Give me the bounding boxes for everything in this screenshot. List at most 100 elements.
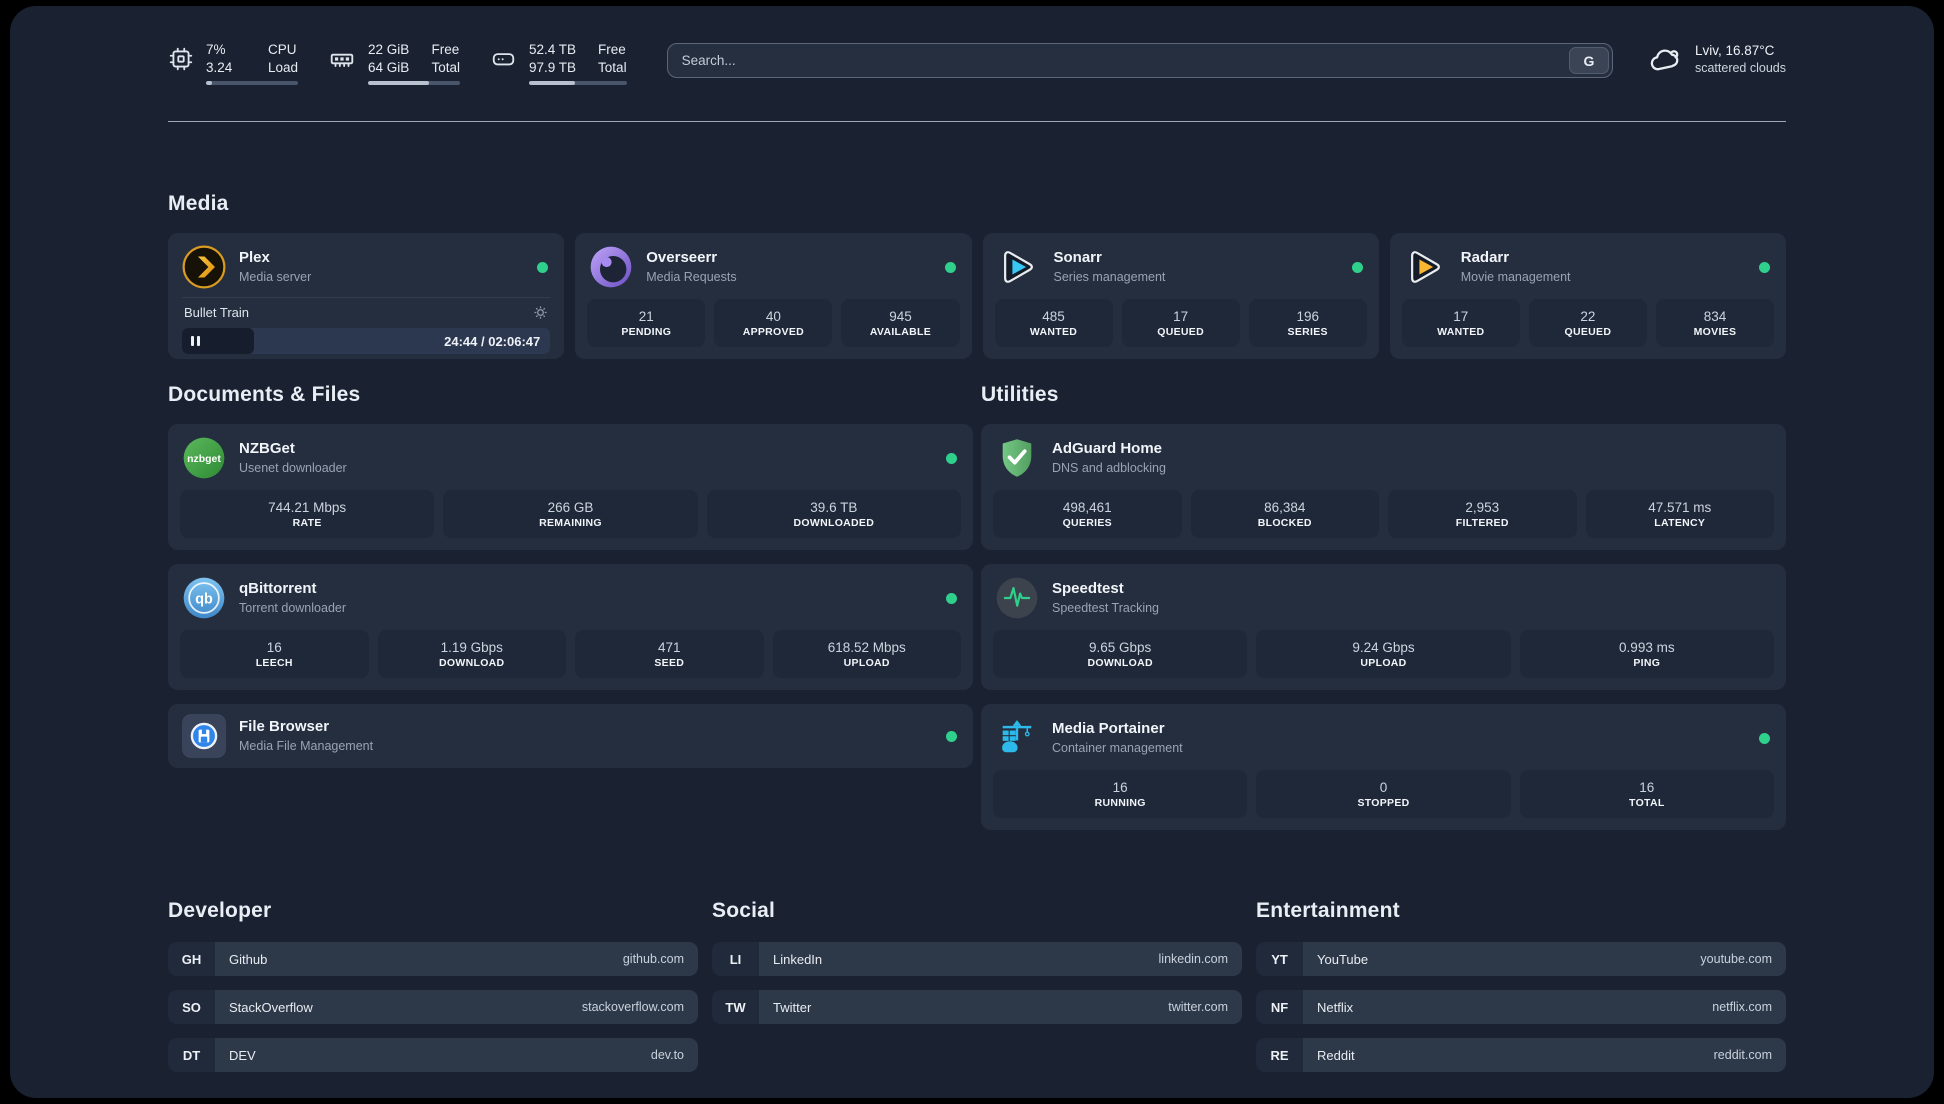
storage-total-value: 97.9 TB: [529, 59, 577, 75]
session-settings-icon[interactable]: [533, 305, 548, 320]
bookmark-netflix[interactable]: NF Netflix netflix.com: [1256, 990, 1786, 1024]
app-name: Speedtest: [1052, 580, 1124, 598]
bookmark-github[interactable]: GH Github github.com: [168, 942, 698, 976]
weather-widget: Lviv, 16.87°C scattered clouds: [1647, 42, 1786, 77]
bookmark-column-entertainment: Entertainment YT YouTube youtube.com NF …: [1256, 899, 1786, 1086]
cpu-load-label: Load: [267, 59, 298, 75]
media-grid: Plex Media server Bullet Train 24:44 / 0…: [168, 233, 1786, 359]
cpu-usage-value: 7%: [206, 42, 226, 57]
radarr-icon: [1404, 245, 1448, 289]
stat-tile: 0.993 ms PING: [1519, 630, 1774, 678]
bookmark-url: reddit.com: [1713, 1048, 1772, 1062]
app-name: Plex: [239, 249, 270, 267]
weather-condition: scattered clouds: [1694, 61, 1786, 76]
app-card-plex[interactable]: Plex Media server Bullet Train 24:44 / 0…: [168, 233, 565, 359]
metric-cpu: 7% 3.24 CPU Load: [168, 41, 298, 86]
bookmark-name: Github: [229, 951, 268, 967]
search-bar: G: [666, 43, 1613, 78]
memory-total-value: 64 GiB: [368, 59, 410, 75]
bookmark-stackoverflow[interactable]: SO StackOverflow stackoverflow.com: [168, 990, 698, 1024]
stat-tile: 485 WANTED: [994, 299, 1113, 347]
stat-tile: 86,384 BLOCKED: [1190, 490, 1379, 538]
memory-icon: [330, 53, 354, 67]
app-card-qbittorrent[interactable]: qb qBittorrent Torrent downloader 16 LEE…: [168, 564, 973, 690]
app-card-adguard[interactable]: AdGuard Home DNS and adblocking 498,461 …: [981, 424, 1786, 550]
nzbget-icon: nzbget: [182, 436, 226, 480]
app-card-radarr[interactable]: Radarr Movie management 17 WANTED 22 QUE…: [1389, 233, 1786, 359]
playback-progress-bar[interactable]: 24:44 / 02:06:47: [182, 328, 551, 354]
metric-memory: 22 GiB 64 GiB Free Total: [328, 41, 460, 86]
app-name: Overseerr: [646, 249, 718, 267]
status-dot: [537, 261, 549, 273]
app-name: NZBGet: [239, 440, 295, 458]
app-description: Torrent downloader: [239, 600, 347, 615]
app-name: Radarr: [1460, 249, 1510, 267]
bookmark-abbr: RE: [1256, 1038, 1303, 1072]
memory-total-label: Total: [431, 59, 460, 75]
plex-icon: [182, 245, 226, 289]
speedtest-icon: [995, 576, 1039, 620]
bookmark-dev[interactable]: DT DEV dev.to: [168, 1038, 698, 1072]
status-dot: [946, 592, 957, 604]
stat-tile: 744.21 Mbps RATE: [180, 490, 435, 538]
app-description: Media File Management: [239, 738, 374, 753]
now-playing-title: Bullet Train: [184, 305, 250, 320]
stat-tile: 2,953 FILTERED: [1388, 490, 1577, 538]
bookmark-abbr: DT: [168, 1038, 215, 1072]
memory-free-label: Free: [431, 42, 460, 57]
section-title-social: Social: [712, 899, 776, 922]
stat-tile: 16 LEECH: [180, 630, 369, 678]
app-description: Speedtest Tracking: [1052, 600, 1160, 615]
sonarr-icon: [997, 245, 1041, 289]
section-title-developer: Developer: [168, 899, 272, 922]
app-description: Series management: [1053, 269, 1166, 284]
app-card-sonarr[interactable]: Sonarr Series management 485 WANTED 17 Q…: [982, 233, 1379, 359]
portainer-icon: [995, 716, 1039, 760]
metric-storage: 52.4 TB 97.9 TB Free Total: [490, 41, 627, 86]
bookmark-name: LinkedIn: [773, 951, 823, 967]
app-description: DNS and adblocking: [1052, 460, 1166, 475]
storage-progress-bar: [529, 81, 627, 86]
bookmarks: Developer GH Github github.com SO StackO…: [168, 899, 1786, 1086]
app-name: qBittorrent: [239, 580, 317, 598]
bookmark-twitter[interactable]: TW Twitter twitter.com: [712, 990, 1242, 1024]
adguard-icon: [995, 436, 1039, 480]
section-title-utilities: Utilities: [981, 383, 1059, 406]
search-input[interactable]: [667, 53, 1569, 68]
stat-tile: 196 SERIES: [1248, 299, 1367, 347]
cpu-usage-label: CPU: [267, 42, 297, 57]
bookmark-linkedin[interactable]: LI LinkedIn linkedin.com: [712, 942, 1242, 976]
app-card-overseerr[interactable]: Overseerr Media Requests 21 PENDING 40 A…: [575, 233, 972, 359]
weather-location-temp: Lviv, 16.87°C: [1694, 43, 1775, 58]
app-description: Media Requests: [646, 269, 737, 284]
pause-icon[interactable]: [191, 336, 200, 346]
stat-tile: 0 STOPPED: [1256, 770, 1511, 818]
app-card-speedtest[interactable]: Speedtest Speedtest Tracking 9.65 Gbps D…: [981, 564, 1786, 690]
app-card-portainer[interactable]: Media Portainer Container management 16 …: [981, 704, 1786, 830]
stat-tile: 1.19 Gbps DOWNLOAD: [377, 630, 566, 678]
stat-tile: 266 GB REMAINING: [443, 490, 698, 538]
status-dot: [1759, 261, 1770, 273]
storage-free-value: 52.4 TB: [529, 42, 577, 57]
bookmark-url: youtube.com: [1700, 952, 1772, 966]
bookmark-url: twitter.com: [1168, 1000, 1228, 1014]
stat-tile: 834 MOVIES: [1655, 299, 1774, 347]
memory-free-value: 22 GiB: [368, 42, 410, 57]
stat-tile: 498,461 QUERIES: [993, 490, 1182, 538]
stat-tile: 16 TOTAL: [1519, 770, 1774, 818]
app-card-nzbget[interactable]: nzbget NZBGet Usenet downloader 744.21 M…: [168, 424, 973, 550]
cpu-progress-bar: [206, 81, 298, 86]
app-card-filebrowser[interactable]: File Browser Media File Management: [168, 704, 973, 768]
app-description: Container management: [1052, 740, 1183, 755]
search-provider-button[interactable]: G: [1568, 47, 1609, 74]
system-metrics: 7% 3.24 CPU Load 22 GiB 64 GiB Free Tota…: [168, 41, 627, 86]
bookmark-reddit[interactable]: RE Reddit reddit.com: [1256, 1038, 1786, 1072]
stat-tile: 47.571 ms LATENCY: [1585, 490, 1774, 538]
section-title-entertainment: Entertainment: [1256, 899, 1400, 922]
overseerr-icon: [589, 245, 633, 289]
stat-tile: 17 QUEUED: [1121, 299, 1240, 347]
bookmark-name: Reddit: [1317, 1047, 1355, 1063]
app-name: File Browser: [239, 718, 330, 736]
bookmark-youtube[interactable]: YT YouTube youtube.com: [1256, 942, 1786, 976]
storage-free-label: Free: [598, 42, 626, 57]
